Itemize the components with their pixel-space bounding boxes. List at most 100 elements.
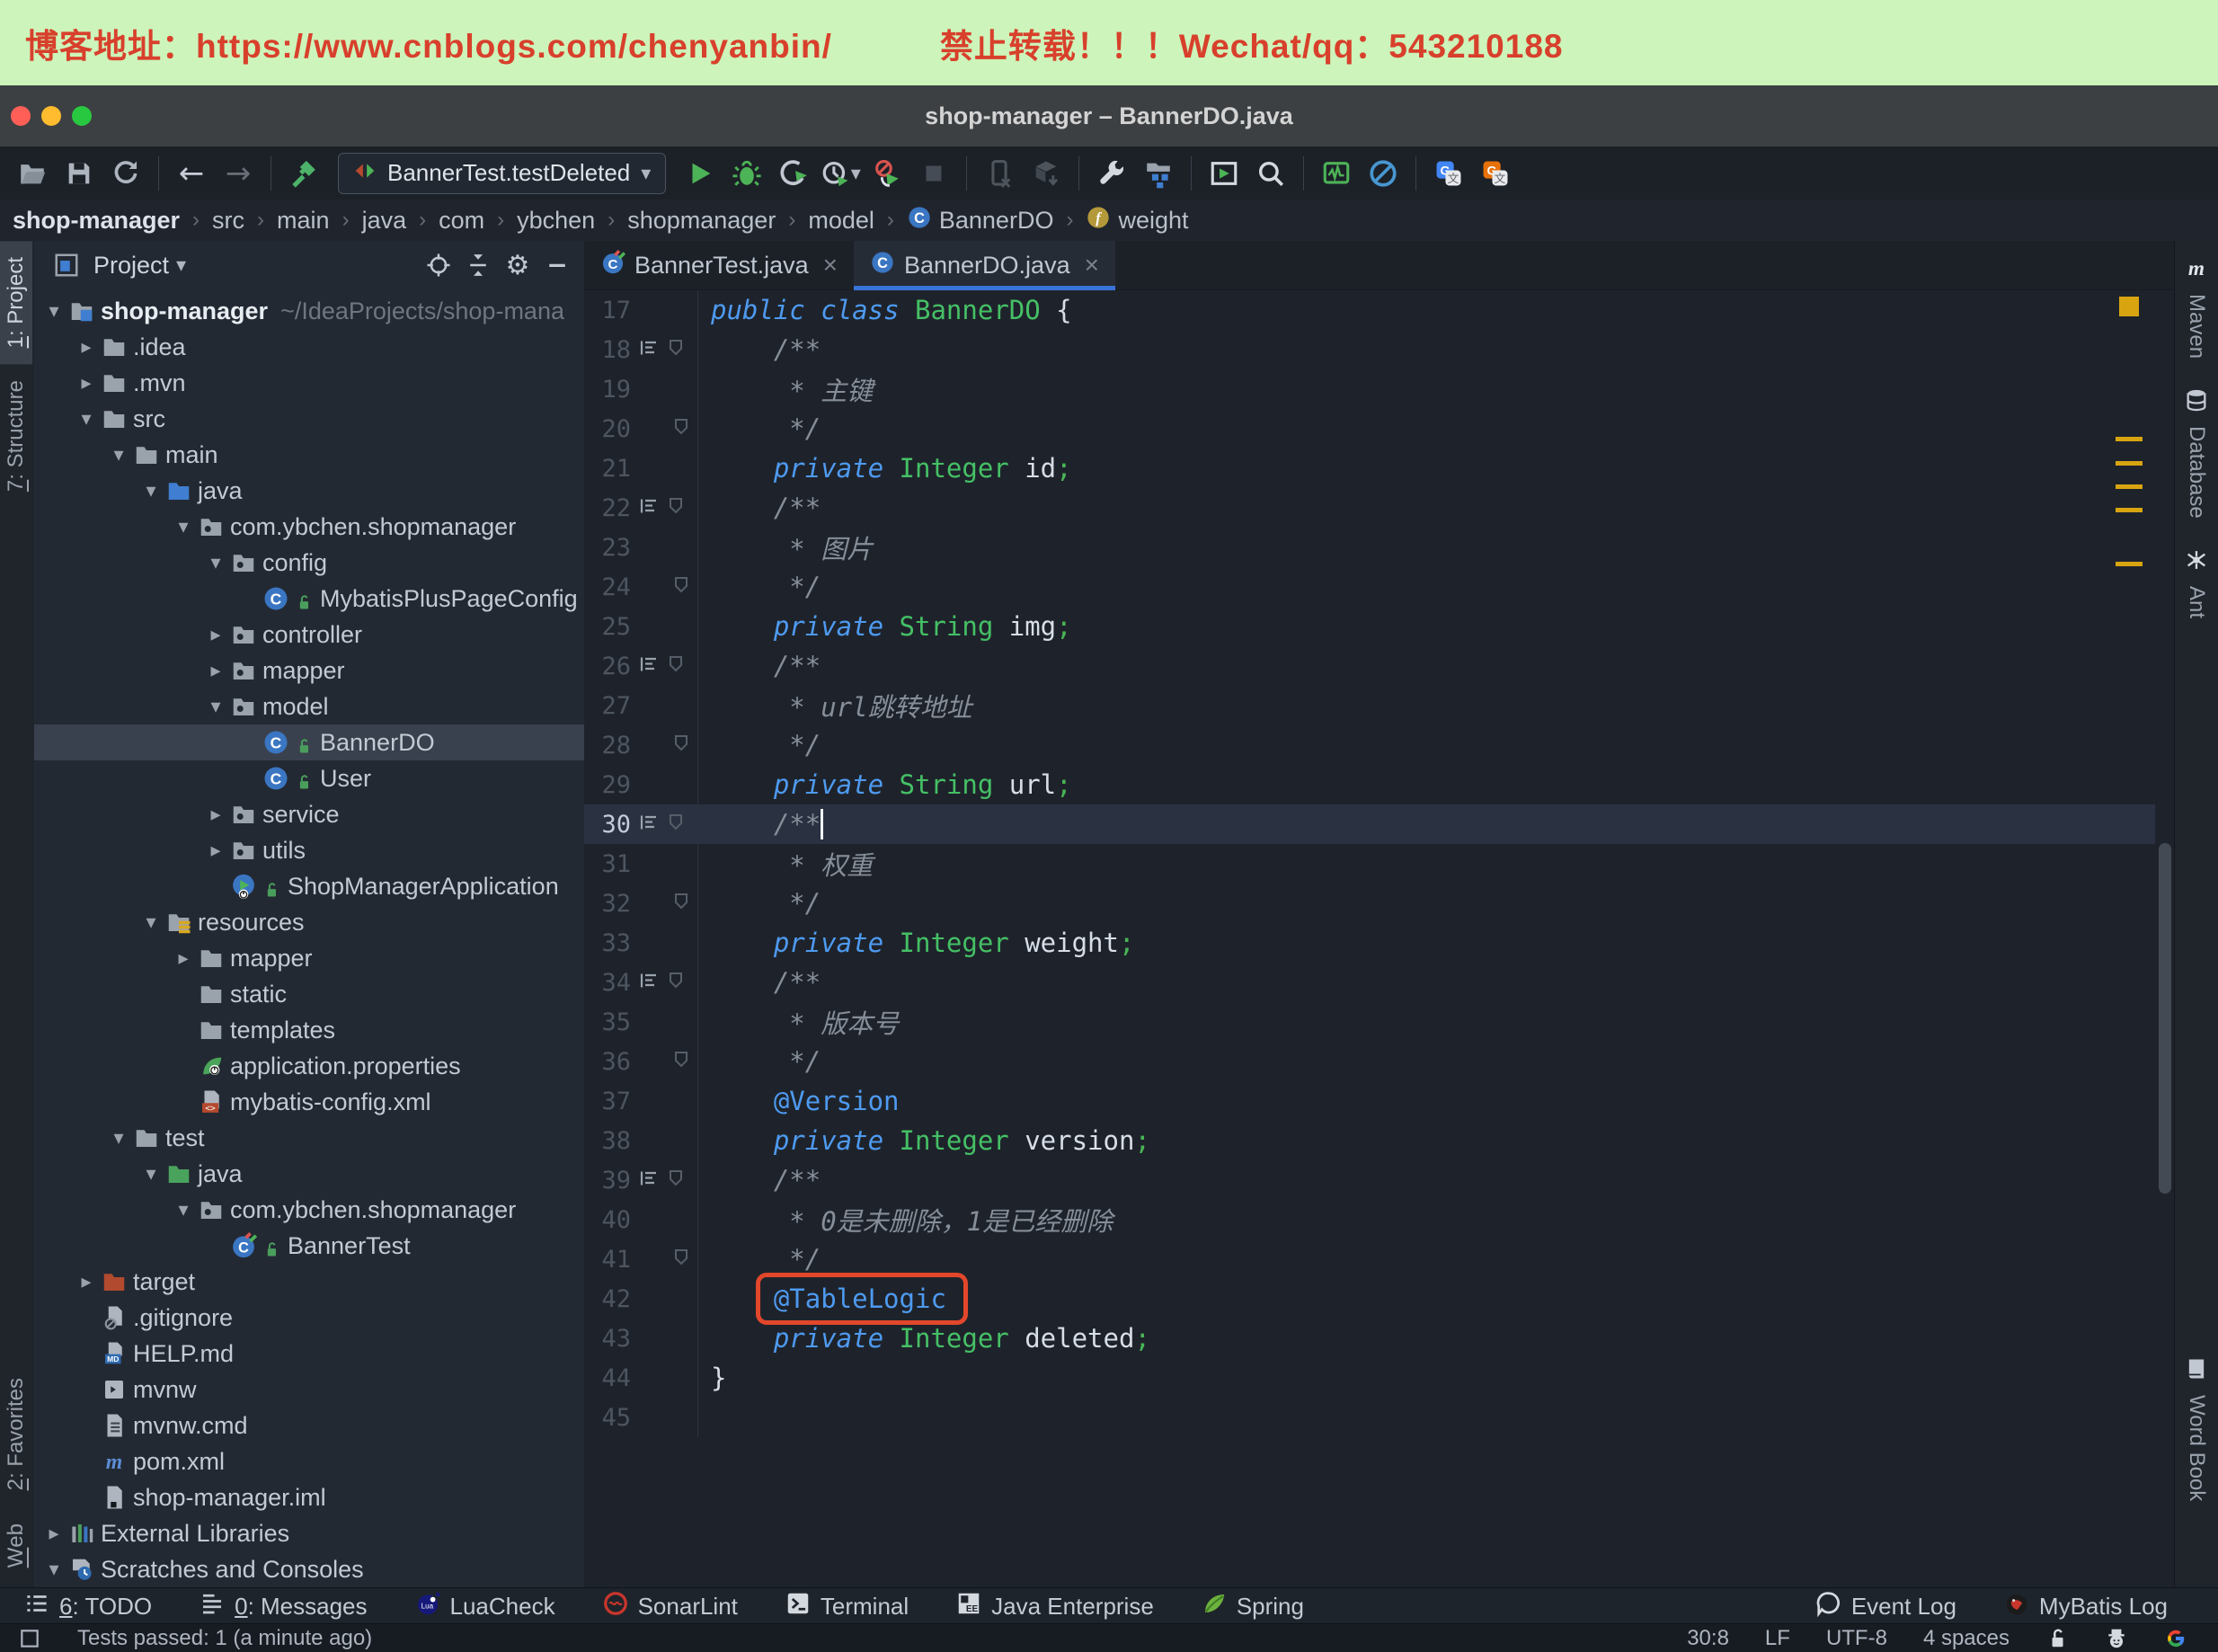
tree-item-utils[interactable]: ▸utils bbox=[34, 832, 584, 868]
download-sources-button[interactable] bbox=[1023, 153, 1069, 194]
tree-item-user[interactable]: CUser bbox=[34, 760, 584, 796]
toolwindow-button-spring[interactable]: Spring bbox=[1201, 1590, 1304, 1623]
tool-strip-button--favorites[interactable]: 2: Favorites bbox=[0, 1362, 32, 1506]
tree-item-mybatis-config-xml[interactable]: <>mybatis-config.xml bbox=[34, 1084, 584, 1120]
tree-arrow-expanded-icon[interactable]: ▾ bbox=[169, 1198, 198, 1221]
tree-item-service[interactable]: ▸service bbox=[34, 796, 584, 832]
tree-arrow-collapsed-icon[interactable]: ▸ bbox=[201, 659, 230, 682]
debug-button[interactable] bbox=[723, 153, 770, 194]
fold-start-icon[interactable] bbox=[665, 1168, 687, 1194]
project-structure-button[interactable] bbox=[1135, 153, 1182, 194]
tool-strip-button-maven[interactable]: mMaven bbox=[2175, 241, 2218, 373]
gear-icon[interactable]: ⚙ bbox=[498, 247, 537, 283]
code-line-39[interactable]: 39 /** bbox=[584, 1160, 2155, 1200]
tab-bannerdo-java[interactable]: CBannerDO.java× bbox=[854, 241, 1115, 289]
tree-item-mvnw[interactable]: mvnw bbox=[34, 1372, 584, 1408]
tool-strip-button-ant[interactable]: Ant bbox=[2175, 533, 2218, 633]
code-line-24[interactable]: 24 */ bbox=[584, 567, 2155, 607]
tree-item-test[interactable]: ▾test bbox=[34, 1120, 584, 1156]
run-configuration-select[interactable]: BannerTest.testDeleted▾ bbox=[338, 153, 666, 194]
async-profiler-button[interactable] bbox=[864, 153, 910, 194]
tree-item-mvnw-cmd[interactable]: mvnw.cmd bbox=[34, 1408, 584, 1443]
save-all-button[interactable] bbox=[56, 153, 102, 194]
tree-item-static[interactable]: static bbox=[34, 976, 584, 1012]
tree-item-com-ybchen-shopmanager[interactable]: ▾com.ybchen.shopmanager bbox=[34, 1192, 584, 1228]
tree-arrow-collapsed-icon[interactable]: ▸ bbox=[201, 839, 230, 862]
tool-strip-button--project[interactable]: 1: Project bbox=[0, 241, 32, 364]
tree-arrow-collapsed-icon[interactable]: ▸ bbox=[201, 623, 230, 646]
tree-item-shopmanagerapplication[interactable]: ShopManagerApplication bbox=[34, 868, 584, 904]
chevron-down-icon[interactable]: ▾ bbox=[176, 253, 186, 277]
tree-arrow-expanded-icon[interactable]: ▾ bbox=[137, 1162, 165, 1186]
fold-start-icon[interactable] bbox=[665, 970, 687, 996]
code-line-30[interactable]: 30 /** bbox=[584, 804, 2155, 844]
tree-item-external-libraries[interactable]: ▸External Libraries bbox=[34, 1515, 584, 1551]
fold-end-icon[interactable] bbox=[670, 1247, 692, 1273]
code-line-29[interactable]: 29 private String url; bbox=[584, 765, 2155, 804]
error-stripe-mark[interactable] bbox=[2116, 508, 2143, 512]
toolwindow-button-mybatis-log[interactable]: MyBatis Log bbox=[2003, 1590, 2168, 1623]
fold-start-icon[interactable] bbox=[665, 337, 687, 363]
scrollbar-thumb[interactable] bbox=[2159, 843, 2171, 1194]
toolwindow-button-event-log[interactable]: Event Log bbox=[1815, 1590, 1956, 1623]
error-stripe-mark[interactable] bbox=[2116, 562, 2143, 566]
tree-item-controller[interactable]: ▸controller bbox=[34, 617, 584, 653]
toggle-toolwindows-icon[interactable] bbox=[18, 1627, 41, 1650]
toolwindow-button-6-todo[interactable]: 6: TODO bbox=[23, 1590, 152, 1623]
tree-item-shop-manager[interactable]: ▾shop-manager~/IdeaProjects/shop-mana bbox=[34, 293, 584, 329]
tree-item-mapper[interactable]: ▸mapper bbox=[34, 653, 584, 688]
tree-arrow-collapsed-icon[interactable]: ▸ bbox=[201, 803, 230, 826]
tree-item-src[interactable]: ▾src bbox=[34, 401, 584, 437]
fold-end-icon[interactable] bbox=[670, 416, 692, 442]
breadcrumb-item[interactable]: model bbox=[808, 207, 874, 235]
tree-arrow-expanded-icon[interactable]: ▾ bbox=[137, 479, 165, 502]
breadcrumb-item[interactable]: main bbox=[277, 207, 330, 235]
tree-arrow-collapsed-icon[interactable]: ▸ bbox=[72, 335, 101, 359]
line-separator[interactable]: LF bbox=[1765, 1626, 1790, 1651]
translate-button[interactable]: G文 bbox=[1425, 153, 1472, 194]
code-line-28[interactable]: 28 */ bbox=[584, 725, 2155, 765]
breadcrumb-item[interactable]: CBannerDO bbox=[907, 205, 1054, 236]
code-line-17[interactable]: 17public class BannerDO { bbox=[584, 290, 2155, 330]
code-area[interactable]: 17public class BannerDO {18 /**19 * 主键20… bbox=[584, 290, 2155, 1587]
comment-gutter-icon[interactable] bbox=[638, 495, 660, 521]
code-line-42[interactable]: 42 @TableLogic bbox=[584, 1279, 2155, 1319]
tree-item-target[interactable]: ▸target bbox=[34, 1264, 584, 1300]
activity-monitor-button[interactable] bbox=[1313, 153, 1360, 194]
code-line-20[interactable]: 20 */ bbox=[584, 409, 2155, 449]
fold-end-icon[interactable] bbox=[670, 574, 692, 600]
breadcrumb-item[interactable]: shop-manager bbox=[13, 207, 180, 235]
code-line-35[interactable]: 35 * 版本号 bbox=[584, 1002, 2155, 1042]
tree-item-application-properties[interactable]: application.properties bbox=[34, 1048, 584, 1084]
tree-arrow-expanded-icon[interactable]: ▾ bbox=[40, 299, 68, 323]
breadcrumb-item[interactable]: shopmanager bbox=[627, 207, 776, 235]
code-line-22[interactable]: 22 /** bbox=[584, 488, 2155, 528]
toolwindow-button-terminal[interactable]: Terminal bbox=[785, 1590, 909, 1623]
select-opened-file-button[interactable] bbox=[419, 247, 458, 283]
caret-position[interactable]: 30:8 bbox=[1687, 1626, 1729, 1651]
tree-item-pom-xml[interactable]: mpom.xml bbox=[34, 1443, 584, 1479]
close-icon[interactable]: × bbox=[1085, 251, 1099, 280]
hide-panel-button[interactable] bbox=[537, 247, 577, 283]
tree-item-config[interactable]: ▾config bbox=[34, 545, 584, 581]
tree-item-com-ybchen-shopmanager[interactable]: ▾com.ybchen.shopmanager bbox=[34, 509, 584, 545]
comment-gutter-icon[interactable] bbox=[638, 1168, 660, 1194]
forward-button[interactable]: → bbox=[215, 153, 262, 194]
fold-end-icon[interactable] bbox=[670, 1049, 692, 1075]
comment-gutter-icon[interactable] bbox=[638, 970, 660, 996]
close-icon[interactable]: × bbox=[823, 251, 838, 280]
settings-wrench-button[interactable] bbox=[1088, 153, 1135, 194]
toolwindow-button-luacheck[interactable]: LuaLuaCheck bbox=[414, 1590, 555, 1623]
code-line-26[interactable]: 26 /** bbox=[584, 646, 2155, 686]
tree-item-java[interactable]: ▾java bbox=[34, 1156, 584, 1192]
tree-item-java[interactable]: ▾java bbox=[34, 473, 584, 509]
fold-end-icon[interactable] bbox=[670, 891, 692, 917]
code-line-18[interactable]: 18 /** bbox=[584, 330, 2155, 369]
code-line-32[interactable]: 32 */ bbox=[584, 884, 2155, 923]
error-stripe-mark[interactable] bbox=[2116, 484, 2143, 489]
code-line-31[interactable]: 31 * 权重 bbox=[584, 844, 2155, 884]
tree-item--idea[interactable]: ▸.idea bbox=[34, 329, 584, 365]
toolwindow-button-sonarlint[interactable]: SonarLint bbox=[602, 1590, 738, 1623]
tree-arrow-collapsed-icon[interactable]: ▸ bbox=[40, 1522, 68, 1545]
synchronize-button[interactable] bbox=[102, 153, 149, 194]
